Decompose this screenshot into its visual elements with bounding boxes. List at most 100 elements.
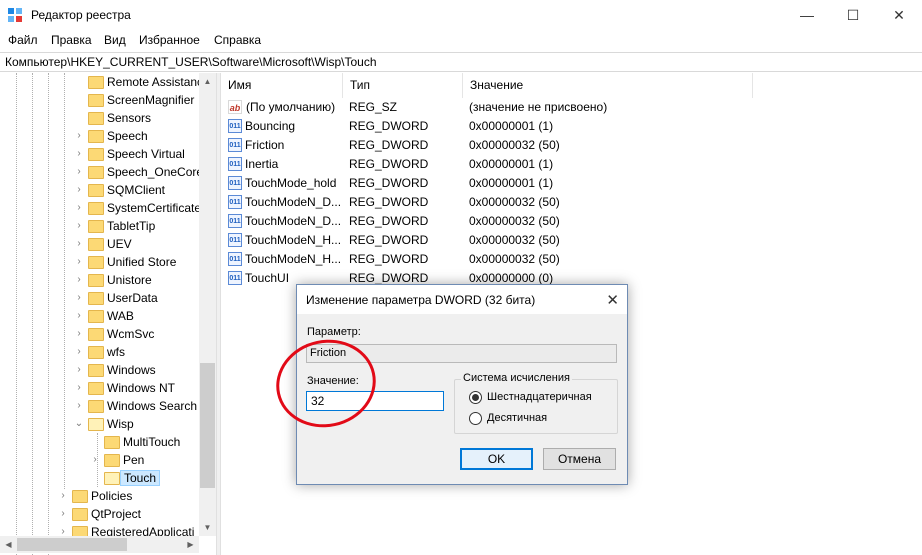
tree-item[interactable]: MultiTouch — [0, 434, 200, 452]
expand-chevron-icon[interactable]: › — [74, 292, 84, 304]
menu-help[interactable]: Справка — [214, 33, 261, 47]
dword-value-icon: 011 — [228, 119, 242, 133]
tree-vertical-scrollbar[interactable]: ▲ ▼ — [199, 73, 216, 536]
maximize-button[interactable]: ☐ — [830, 0, 876, 30]
value-data-input[interactable] — [306, 391, 444, 411]
tree-item[interactable]: Remote Assistanc — [0, 74, 204, 92]
expand-chevron-icon[interactable]: › — [74, 274, 84, 286]
tree-item-label: UEV — [107, 237, 132, 251]
radio-decimal[interactable] — [469, 412, 482, 425]
tree-item-label: QtProject — [91, 507, 142, 521]
tree-item[interactable]: › WcmSvc — [0, 326, 200, 344]
radio-decimal-label[interactable]: Десятичная — [487, 412, 547, 424]
value-row[interactable]: 011 Inertia REG_DWORD 0x00000001 (1) — [221, 155, 921, 174]
tree-item-wisp[interactable]: ⌄ Wisp — [0, 416, 200, 434]
expand-chevron-icon[interactable]: › — [74, 256, 84, 268]
tree-item[interactable]: Sensors — [0, 110, 200, 128]
radio-hexadecimal[interactable] — [469, 391, 482, 404]
menu-favorites[interactable]: Избранное — [139, 33, 200, 47]
menu-edit[interactable]: Правка — [51, 33, 92, 47]
value-row[interactable]: 011 Bouncing REG_DWORD 0x00000001 (1) — [221, 117, 921, 136]
scroll-up-arrow-icon[interactable]: ▲ — [199, 73, 216, 90]
expand-chevron-icon[interactable]: › — [74, 310, 84, 322]
expand-chevron-icon[interactable] — [90, 436, 100, 448]
scroll-down-arrow-icon[interactable]: ▼ — [199, 519, 216, 536]
tree-item[interactable]: › Speech — [0, 128, 200, 146]
expand-chevron-icon[interactable]: › — [90, 454, 100, 466]
scroll-right-arrow-icon[interactable]: ▶ — [182, 536, 199, 553]
tree-item[interactable]: › Speech Virtual — [0, 146, 200, 164]
address-bar[interactable]: Компьютер\HKEY_CURRENT_USER\Software\Mic… — [0, 52, 922, 72]
tree-item[interactable]: › UEV — [0, 236, 200, 254]
value-row[interactable]: 011 Friction REG_DWORD 0x00000032 (50) — [221, 136, 921, 155]
expand-chevron-icon[interactable]: › — [74, 346, 84, 358]
expand-chevron-icon[interactable] — [74, 112, 84, 124]
tree-item[interactable]: › wfs — [0, 344, 200, 362]
ok-button[interactable]: OK — [460, 448, 533, 470]
menu-file[interactable]: Файл — [8, 33, 38, 47]
expand-chevron-icon[interactable]: › — [74, 130, 84, 142]
column-header-name[interactable]: Имя — [221, 73, 343, 98]
tree-item[interactable]: › Unified Store — [0, 254, 200, 272]
tree-item[interactable]: › SQMClient — [0, 182, 200, 200]
tree-item[interactable]: › Unistore — [0, 272, 200, 290]
tree-item-label: Remote Assistanc — [107, 75, 204, 89]
value-row[interactable]: ab (По умолчанию) REG_SZ (значение не пр… — [221, 98, 921, 117]
tree-item-label: Windows — [107, 363, 156, 377]
expand-chevron-icon[interactable]: › — [74, 184, 84, 196]
tree-item-label: Wisp — [107, 417, 134, 431]
value-row[interactable]: 011 TouchModeN_D... REG_DWORD 0x00000032… — [221, 193, 921, 212]
close-button[interactable]: ✕ — [876, 0, 922, 30]
tree-horizontal-scrollbar[interactable]: ◀ ▶ — [0, 536, 199, 553]
cancel-button[interactable]: Отмена — [543, 448, 616, 470]
tree-item[interactable]: › Windows Search — [0, 398, 200, 416]
expand-chevron-icon[interactable]: › — [74, 328, 84, 340]
tree-item[interactable]: › Policies — [0, 488, 200, 506]
tree-item[interactable]: ScreenMagnifier — [0, 92, 200, 110]
tree-item[interactable]: › WAB — [0, 308, 200, 326]
expand-chevron-icon[interactable]: › — [74, 400, 84, 412]
value-row[interactable]: 011 TouchModeN_H... REG_DWORD 0x00000032… — [221, 250, 921, 269]
column-header-value[interactable]: Значение — [463, 73, 753, 98]
dialog-close-icon[interactable]: ✕ — [606, 291, 619, 309]
scroll-thumb[interactable] — [200, 363, 215, 488]
expand-chevron-icon[interactable] — [74, 94, 84, 106]
collapse-chevron-icon[interactable]: ⌄ — [74, 418, 84, 430]
expand-chevron-icon[interactable]: › — [74, 220, 84, 232]
value-row[interactable]: 011 TouchModeN_D... REG_DWORD 0x00000032… — [221, 212, 921, 231]
column-header-type[interactable]: Тип — [343, 73, 463, 98]
radio-hexadecimal-label[interactable]: Шестнадцатеричная — [487, 391, 592, 403]
expand-chevron-icon[interactable]: › — [74, 148, 84, 160]
value-row[interactable]: 011 TouchMode_hold REG_DWORD 0x00000001 … — [221, 174, 921, 193]
tree-item[interactable]: › QtProject — [0, 506, 200, 524]
tree-item[interactable]: › UserData — [0, 290, 200, 308]
tree-item-label: Windows NT — [107, 381, 176, 395]
expand-chevron-icon[interactable]: › — [74, 382, 84, 394]
expand-chevron-icon[interactable]: › — [74, 166, 84, 178]
expand-chevron-icon[interactable]: › — [74, 202, 84, 214]
value-row[interactable]: 011 TouchModeN_H... REG_DWORD 0x00000032… — [221, 231, 921, 250]
value-type: REG_DWORD — [349, 157, 429, 171]
folder-icon — [88, 220, 104, 233]
expand-chevron-icon[interactable] — [74, 76, 84, 88]
scroll-thumb[interactable] — [17, 538, 127, 551]
expand-chevron-icon[interactable]: › — [74, 238, 84, 250]
tree-item[interactable]: › Speech_OneCore — [0, 164, 203, 182]
menu-view[interactable]: Вид — [104, 33, 126, 47]
minimize-button[interactable]: — — [784, 0, 830, 30]
expand-chevron-icon[interactable]: › — [58, 490, 68, 502]
tree-item-label: Windows Search — [107, 399, 198, 413]
value-name: TouchModeN_H... — [245, 233, 342, 247]
expand-chevron-icon[interactable] — [90, 472, 100, 484]
expand-chevron-icon[interactable]: › — [58, 508, 68, 520]
tree-item[interactable]: › Windows — [0, 362, 200, 380]
folder-icon — [88, 148, 104, 161]
scroll-left-arrow-icon[interactable]: ◀ — [0, 536, 17, 553]
tree-item[interactable]: › Windows NT — [0, 380, 200, 398]
folder-icon — [88, 400, 104, 413]
expand-chevron-icon[interactable]: › — [74, 364, 84, 376]
tree-item[interactable]: › TabletTip — [0, 218, 200, 236]
tree-item-touch-selected[interactable]: Touch — [0, 470, 200, 488]
tree-item[interactable]: › Pen — [0, 452, 200, 470]
tree-item[interactable]: › SystemCertificate — [0, 200, 201, 218]
